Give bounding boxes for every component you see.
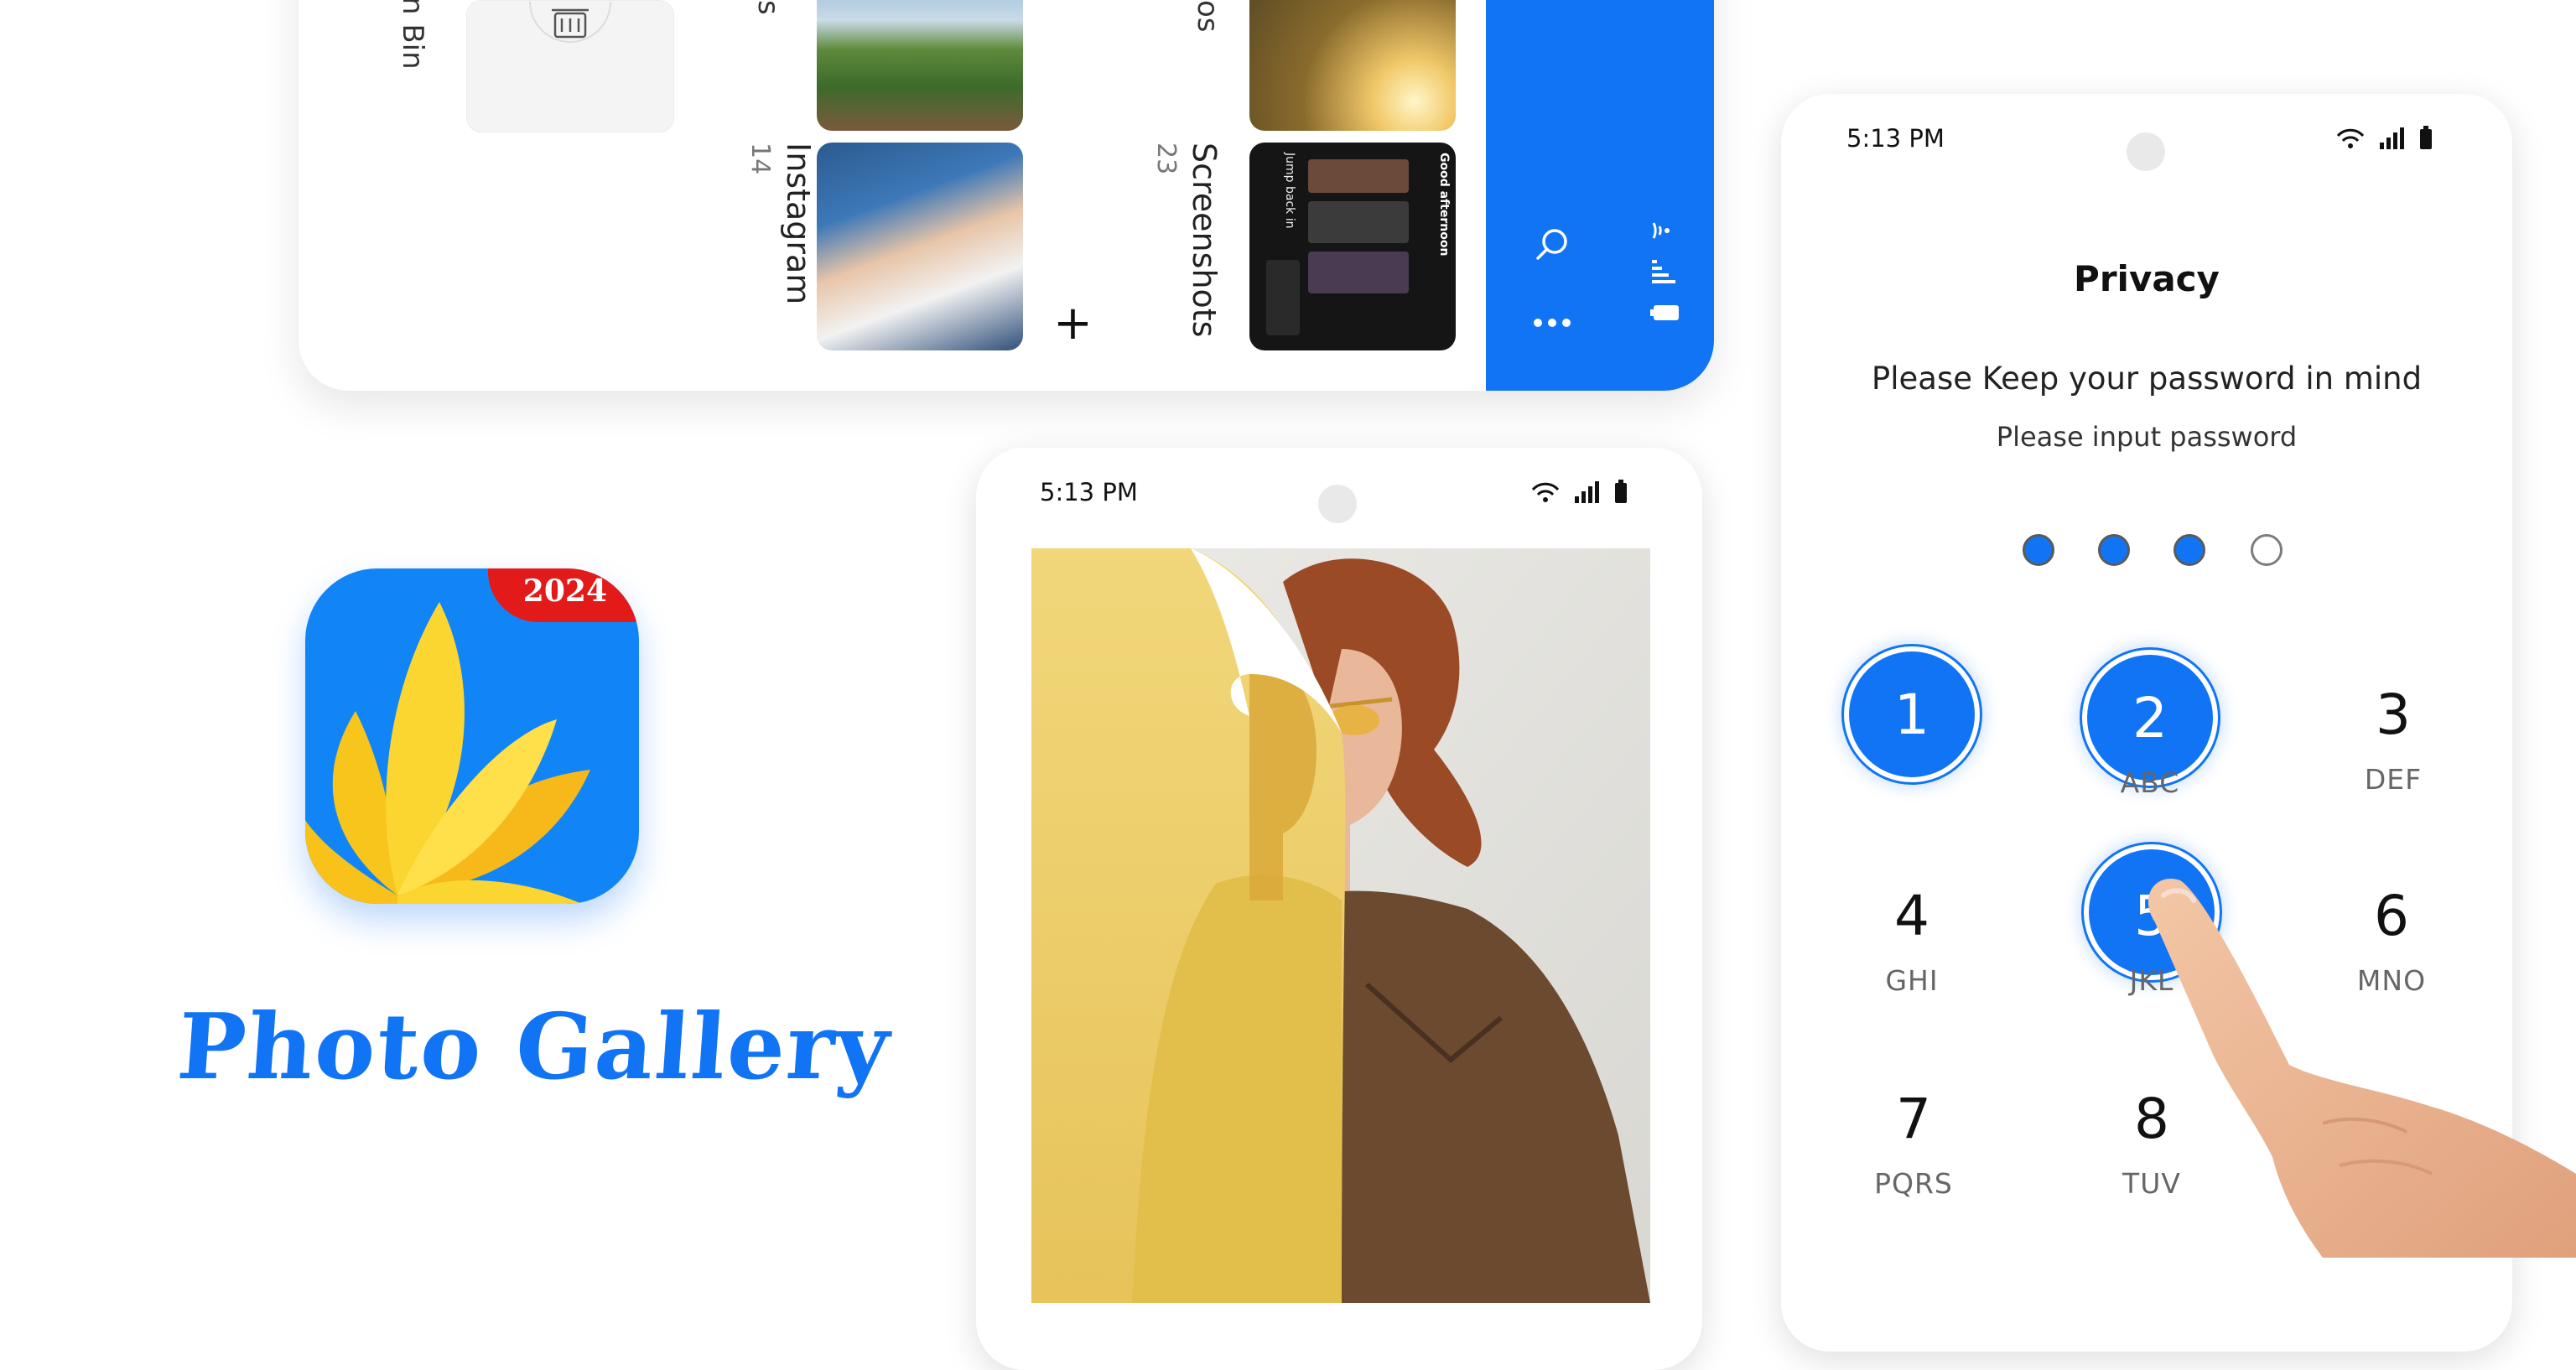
trash-icon xyxy=(528,0,612,67)
navigation-rail xyxy=(1486,0,1714,391)
album-thumb-sunset[interactable] xyxy=(1249,0,1456,131)
password-hint: Please input password xyxy=(1996,421,2298,453)
key-digit: 1 xyxy=(1894,682,1929,747)
album-label-partial-2: os xyxy=(1191,0,1224,33)
album-label-partial: s xyxy=(751,0,785,15)
album-count: 23 xyxy=(1151,143,1181,175)
key-letters: GHI xyxy=(1885,964,1939,997)
gallery-landscape-card: n Bin s Instagram 14 + os Screenshots 23… xyxy=(299,0,1714,391)
add-album-icon[interactable]: + xyxy=(1053,300,1093,347)
password-dot xyxy=(2251,534,2283,566)
album-name: Screenshots xyxy=(1186,143,1223,338)
password-dot xyxy=(2174,534,2205,566)
status-icons xyxy=(2336,126,2432,149)
keypad-key-7[interactable]: 7 PQRS xyxy=(1846,1087,1981,1201)
more-icon[interactable] xyxy=(1533,317,1571,329)
signal-icon xyxy=(1652,260,1675,283)
page-title: Privacy xyxy=(2074,258,2220,299)
search-icon[interactable] xyxy=(1535,226,1571,263)
photo-editor-phone: 5:13 PM xyxy=(976,448,1702,1370)
album-name: Instagram xyxy=(780,143,817,305)
keypad-key-3[interactable]: 3 DEF xyxy=(2326,682,2460,797)
key-digit: 7 xyxy=(1896,1087,1931,1151)
album-thumb-instagram[interactable] xyxy=(817,143,1023,350)
photo-before-after[interactable] xyxy=(1031,548,1650,1303)
key-letters: PQRS xyxy=(1874,1167,1953,1200)
keypad-key-1[interactable]: 1 xyxy=(1845,688,1979,763)
app-name-title: Photo Gallery xyxy=(174,994,895,1100)
key-digit: 4 xyxy=(1894,884,1929,948)
password-dot xyxy=(2023,534,2054,566)
wifi-icon xyxy=(1652,222,1670,239)
front-camera xyxy=(1318,485,1357,523)
portrait-photo xyxy=(1031,548,1650,1303)
battery-icon xyxy=(1650,305,1679,320)
privacy-subtitle: Please Keep your password in mind xyxy=(1871,361,2423,397)
thumb-text-jump-back: Jump back in xyxy=(1283,153,1296,229)
keypad-key-2[interactable]: 2 ABC xyxy=(2083,686,2217,800)
keypad-key-4[interactable]: 4 GHI xyxy=(1845,884,1979,998)
album-thumb-screenshots[interactable]: Jump back in Good afternoon xyxy=(1249,143,1456,350)
password-dot xyxy=(2098,534,2130,566)
front-camera xyxy=(2127,132,2165,171)
status-time: 5:13 PM xyxy=(1040,478,1138,506)
status-time: 5:13 PM xyxy=(1846,124,1945,153)
key-letters: ABC xyxy=(2120,766,2180,799)
key-digit: 3 xyxy=(2376,682,2411,747)
thumb-text-greeting: Good afternoon xyxy=(1437,153,1451,257)
key-digit: 2 xyxy=(2132,686,2168,750)
status-icons xyxy=(1531,480,1627,503)
album-count: 14 xyxy=(745,143,775,175)
key-letters: DEF xyxy=(2364,763,2423,796)
album-thumb-landscape[interactable] xyxy=(817,0,1023,131)
app-icon: 2024 xyxy=(305,568,639,904)
pointing-hand-icon xyxy=(2148,879,2576,1258)
recycle-bin-label: n Bin xyxy=(396,0,429,70)
year-badge-text: 2024 xyxy=(522,573,607,609)
